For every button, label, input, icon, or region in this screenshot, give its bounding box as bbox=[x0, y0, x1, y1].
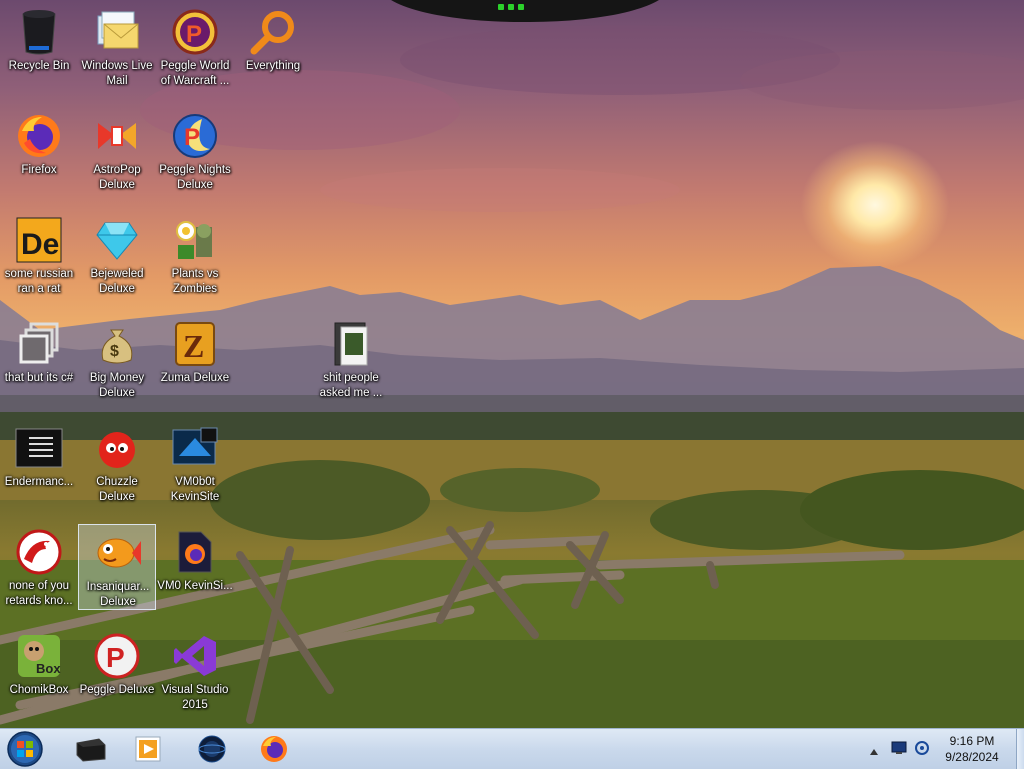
taskbar-pinned-app[interactable] bbox=[186, 731, 238, 767]
money-bag-icon: $ bbox=[93, 320, 141, 368]
icon-label: Endermanc... bbox=[4, 476, 74, 488]
media-player-icon bbox=[135, 736, 161, 762]
icon-label: VM0 KevinSi... bbox=[157, 580, 233, 592]
vm-icon bbox=[171, 424, 219, 472]
icon-label: Peggle Deluxe bbox=[79, 684, 155, 696]
icon-label: AstroPop Deluxe bbox=[93, 164, 141, 191]
clock-date: 9/28/2024 bbox=[945, 750, 999, 764]
taskbar: 9:16 PM 9/28/2024 bbox=[0, 728, 1024, 769]
chevron-up-icon bbox=[870, 749, 878, 755]
icon-label: that but its c# bbox=[4, 372, 74, 384]
icon-label: Insaniquar... Deluxe bbox=[86, 581, 150, 608]
icon-label: none of you retards kno... bbox=[5, 580, 73, 607]
taskbar-pinned-app[interactable] bbox=[248, 731, 300, 767]
chuzzle-icon bbox=[93, 424, 141, 472]
indicator-light bbox=[498, 4, 504, 10]
icon-label: Visual Studio 2015 bbox=[161, 684, 229, 711]
de-icon: De bbox=[15, 216, 63, 264]
desktop-icon-vm0-kevinsi[interactable]: VM0 KevinSi... bbox=[156, 524, 234, 620]
icon-label: Recycle Bin bbox=[8, 60, 70, 72]
desktop-icon-peggle-nights-deluxe[interactable]: P Peggle Nights Deluxe bbox=[156, 108, 234, 204]
visual-studio-icon bbox=[171, 632, 219, 680]
icon-label: Zuma Deluxe bbox=[160, 372, 230, 384]
svg-text:P: P bbox=[184, 124, 200, 151]
desktop-icon-visual-studio-2015[interactable]: Visual Studio 2015 bbox=[156, 628, 234, 724]
icon-label: VM0b0t KevinSite bbox=[170, 476, 220, 503]
desktop-icon-chuzzle-deluxe[interactable]: Chuzzle Deluxe bbox=[78, 420, 156, 516]
desktop-icon-recycle-bin[interactable]: Recycle Bin bbox=[0, 4, 78, 100]
desktop-icon-firefox[interactable]: Firefox bbox=[0, 108, 78, 204]
network-tray-icon[interactable] bbox=[891, 741, 907, 760]
black-box-icon bbox=[76, 738, 106, 762]
firefox-icon bbox=[261, 736, 287, 762]
desktop-icon-plants-vs-zombies[interactable]: Plants vs Zombies bbox=[156, 212, 234, 308]
firefox-icon bbox=[15, 112, 63, 160]
desktop-icon-some-russian-ran-a-rat[interactable]: De some russian ran a rat bbox=[0, 212, 78, 308]
svg-text:Box: Box bbox=[36, 661, 61, 676]
red-dragon-icon bbox=[15, 528, 63, 576]
icon-label: Windows Live Mail bbox=[81, 60, 153, 87]
icon-label: Everything bbox=[245, 60, 301, 72]
globe-icon bbox=[198, 735, 226, 763]
clock-time: 9:16 PM bbox=[949, 734, 995, 748]
icon-label: some russian ran a rat bbox=[4, 268, 74, 295]
indicator-light bbox=[518, 4, 524, 10]
network-icon bbox=[891, 741, 907, 754]
desktop-icon-that-but-its-c[interactable]: that but its c# bbox=[0, 316, 78, 412]
taskbar-pinned-app[interactable] bbox=[122, 731, 174, 767]
desktop-icon-peggle-world-of-warcraft[interactable]: P Peggle World of Warcraft ... bbox=[156, 4, 234, 100]
desktop-icon-astropop-deluxe[interactable]: AstroPop Deluxe bbox=[78, 108, 156, 204]
svg-text:$: $ bbox=[110, 343, 119, 360]
icon-label: Peggle World of Warcraft ... bbox=[160, 60, 230, 87]
icon-label: Chuzzle Deluxe bbox=[96, 476, 138, 503]
desktop-icon-windows-live-mail[interactable]: Windows Live Mail bbox=[78, 4, 156, 100]
icon-label: Plants vs Zombies bbox=[171, 268, 219, 295]
svg-text:De: De bbox=[21, 228, 59, 261]
desktop-icon-everything[interactable]: Everything bbox=[234, 4, 312, 100]
svg-text:Z: Z bbox=[183, 328, 204, 364]
desktop-icon-peggle-deluxe[interactable]: P Peggle Deluxe bbox=[78, 628, 156, 724]
diamond-icon bbox=[93, 216, 141, 264]
icon-label: Firefox bbox=[21, 164, 57, 176]
peggle-icon: P bbox=[93, 632, 141, 680]
desktop-icon-zuma-deluxe[interactable]: Z Zuma Deluxe bbox=[156, 316, 234, 412]
show-desktop-button[interactable] bbox=[1016, 729, 1024, 769]
desktop-icon-vm0b0t-kevinsite[interactable]: VM0b0t KevinSite bbox=[156, 420, 234, 516]
svg-text:P: P bbox=[106, 642, 125, 673]
desktop-icon-bejeweled-deluxe[interactable]: Bejeweled Deluxe bbox=[78, 212, 156, 308]
system-clock[interactable]: 9:16 PM 9/28/2024 bbox=[928, 733, 1016, 765]
console-icon bbox=[15, 424, 63, 472]
icon-label: Peggle Nights Deluxe bbox=[159, 164, 231, 191]
indicator-light bbox=[508, 4, 514, 10]
mail-icon bbox=[93, 8, 141, 56]
plants-vs-zombies-icon bbox=[171, 216, 219, 264]
icon-label: ChomikBox bbox=[9, 684, 69, 696]
icon-label: shit people asked me ... bbox=[319, 372, 383, 399]
start-orb-icon bbox=[7, 731, 43, 767]
windows-stack-icon bbox=[15, 320, 63, 368]
show-hidden-icons-button[interactable] bbox=[869, 743, 879, 761]
zuma-icon: Z bbox=[171, 320, 219, 368]
astropop-icon bbox=[93, 112, 141, 160]
icon-label: Big Money Deluxe bbox=[89, 372, 145, 399]
folder-icon bbox=[327, 320, 375, 368]
magnifier-icon bbox=[249, 8, 297, 56]
fish-icon bbox=[94, 529, 142, 577]
desktop-icon-insaniquarium-deluxe[interactable]: Insaniquar... Deluxe bbox=[78, 524, 156, 610]
icon-label: Bejeweled Deluxe bbox=[90, 268, 144, 295]
desktop-icon-shit-people-asked-me[interactable]: shit people asked me ... bbox=[312, 316, 390, 412]
start-button[interactable] bbox=[4, 730, 46, 768]
taskbar-pinned-app[interactable] bbox=[64, 731, 116, 767]
recycle-bin-icon bbox=[15, 8, 63, 56]
peggle-icon: P bbox=[171, 8, 219, 56]
desktop-icon-big-money-deluxe[interactable]: $ Big Money Deluxe bbox=[78, 316, 156, 412]
svg-text:P: P bbox=[186, 21, 202, 48]
firefox-file-icon bbox=[171, 528, 219, 576]
peggle-nights-icon: P bbox=[171, 112, 219, 160]
desktop-icon-none-of-you[interactable]: none of you retards kno... bbox=[0, 524, 78, 620]
desktop-icon-endermanch[interactable]: Endermanc... bbox=[0, 420, 78, 516]
chomikbox-icon: Box bbox=[15, 632, 63, 680]
desktop-icon-chomikbox[interactable]: Box ChomikBox bbox=[0, 628, 78, 724]
